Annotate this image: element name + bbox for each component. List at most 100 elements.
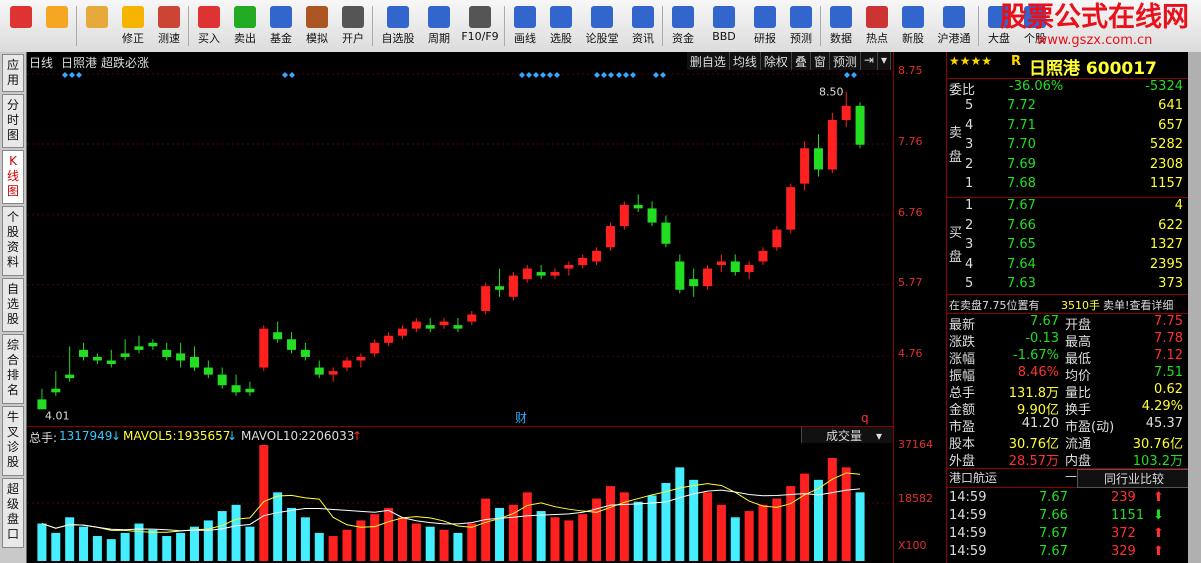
sell-level-row[interactable]: 4 7.71 657 (947, 118, 1189, 136)
brand-url: www.gszx.com.cn (1036, 33, 1153, 48)
notice-bar[interactable]: 在卖盘7.75位置有 3510手 卖单!查看详细 (947, 294, 1189, 314)
side-tab-2[interactable]: K线图 (2, 150, 24, 204)
buy-level-row[interactable]: 2 7.66 622 (947, 218, 1189, 236)
tick-volume: 372 (1111, 526, 1136, 541)
f10-button[interactable]: F10/F9 (458, 4, 502, 48)
sell-level-row[interactable]: 1 7.68 1157 (947, 176, 1189, 194)
panel-scrollbar[interactable] (1188, 52, 1201, 563)
volume-bar (397, 517, 407, 561)
lock-button[interactable]: 开户 (336, 4, 370, 48)
buy-button[interactable]: 买入 (192, 4, 226, 48)
buy-level-row[interactable]: 5 7.63 373 (947, 276, 1189, 294)
volume-dropdown[interactable]: 成交量 ▾ (801, 427, 894, 443)
stat-value: 45.37 (1145, 416, 1183, 431)
report-button[interactable]: 研报 (748, 4, 782, 48)
money-button[interactable]: 资金 (666, 4, 700, 48)
volume-dropdown-icon: ▾ (876, 429, 883, 443)
candle-body (467, 314, 477, 322)
volume-bar (467, 523, 477, 561)
hammer-button[interactable]: 模拟 (300, 4, 334, 48)
pe-button[interactable]: 数据 (824, 4, 858, 48)
industry-name[interactable]: 港口航运 (949, 469, 997, 486)
buy-level-row[interactable]: 3 7.65 1327 (947, 237, 1189, 255)
exright-button[interactable]: 除权 (761, 52, 792, 70)
toolbar-label: BBD (712, 30, 736, 43)
select-button[interactable]: 选股 (544, 4, 578, 48)
industry-dash: — (1065, 469, 1077, 483)
dropdown-icon[interactable]: ▾ (878, 52, 891, 70)
side-tab-3[interactable]: 个股资料 (2, 206, 24, 276)
sell-level-row[interactable]: 3 7.70 5282 (947, 137, 1189, 155)
level-index: 2 (965, 156, 974, 172)
volume-bar (841, 467, 851, 561)
buy-level-row[interactable]: 4 7.64 2395 (947, 257, 1189, 275)
ma-button[interactable]: 均线 (730, 52, 761, 70)
candle-body (425, 325, 435, 329)
level-price: 7.64 (1007, 256, 1036, 272)
star-button[interactable]: 自选股 (376, 4, 420, 48)
candle-body (287, 339, 297, 350)
volume-bar (51, 532, 61, 561)
pen-button[interactable]: 画线 (508, 4, 542, 48)
clock-button[interactable]: 周期 (422, 4, 456, 48)
candle-body (176, 353, 186, 361)
toolbar-label: 研报 (754, 32, 776, 45)
pin-icon[interactable]: ⇥ (861, 52, 878, 70)
signal-marker (623, 72, 629, 78)
forum-button[interactable]: 论股堂 (580, 4, 624, 48)
fund-button[interactable]: 基金 (264, 4, 298, 48)
back-arrow-button[interactable] (40, 4, 74, 48)
mavol10-arrow: ↑ (352, 429, 363, 443)
bbd-button[interactable]: BBD (702, 4, 746, 48)
kline-chart[interactable]: 日线 日照港 超跌必涨 删自选 均线 除权 叠 窗 预测 ⇥ ▾ 8.50 4.0… (27, 52, 894, 563)
volume-bar (675, 467, 685, 561)
volume-bar (800, 473, 810, 561)
pe-icon (830, 6, 852, 28)
side-tab-6[interactable]: 牛叉诊股 (2, 406, 24, 476)
indicator-label[interactable]: 超跌必涨 (101, 54, 149, 71)
side-tab-4[interactable]: 自选股 (2, 278, 24, 332)
side-tab-7[interactable]: 超级盘口 (2, 478, 24, 548)
side-tab-5[interactable]: 综合排名 (2, 334, 24, 404)
level-index: 2 (965, 217, 974, 233)
sell-button[interactable]: 卖出 (228, 4, 262, 48)
ipo-button[interactable]: 新股 (896, 4, 930, 48)
fix-button[interactable]: 修正 (116, 4, 150, 48)
hk-button[interactable]: 沪港通 (932, 4, 976, 48)
volume-bar (92, 536, 102, 561)
stat-value: 28.57万 (1008, 454, 1059, 469)
speed-button[interactable]: 测速 (152, 4, 186, 48)
remove-watch-button[interactable]: 删自选 (687, 52, 730, 70)
candle-body (259, 328, 269, 368)
select-icon (550, 6, 572, 28)
stock-name-label: 日照港 (61, 56, 98, 70)
period-label[interactable]: 日线 (29, 54, 53, 71)
side-tab-0[interactable]: 应用 (2, 54, 24, 92)
news-button[interactable]: 资讯 (626, 4, 660, 48)
overlay-button[interactable]: 叠 (792, 52, 811, 70)
level-price: 7.66 (1007, 217, 1036, 233)
money-icon (672, 6, 694, 28)
candle-body (106, 360, 116, 365)
sell-level-row[interactable]: 2 7.69 2308 (947, 157, 1189, 175)
level-price: 7.68 (1007, 176, 1036, 191)
window-button[interactable]: 窗 (811, 52, 830, 70)
forecast-button[interactable]: 预测 (830, 52, 861, 70)
forecast-button[interactable]: 预测 (784, 4, 818, 48)
lock-icon (342, 6, 364, 28)
industry-compare-button[interactable]: 同行业比较 (1077, 469, 1191, 488)
hot-button[interactable]: 热点 (860, 4, 894, 48)
back-arrow-icon (46, 6, 68, 28)
side-tab-1[interactable]: 分时图 (2, 94, 24, 148)
price-tick: 5.77 (898, 276, 923, 289)
hk-icon (943, 6, 965, 28)
q-marker: q (861, 411, 869, 425)
volume-bar (522, 492, 532, 561)
sell-level-row[interactable]: 5 7.72 641 (947, 98, 1189, 116)
low-price-label: 4.01 (45, 409, 70, 422)
menu-grid-button[interactable] (4, 4, 38, 48)
candle-body (148, 342, 158, 347)
up-down-button[interactable] (80, 4, 114, 48)
buy-level-row[interactable]: 1 7.67 4 (947, 198, 1189, 216)
tick-volume: 239 (1111, 490, 1136, 505)
